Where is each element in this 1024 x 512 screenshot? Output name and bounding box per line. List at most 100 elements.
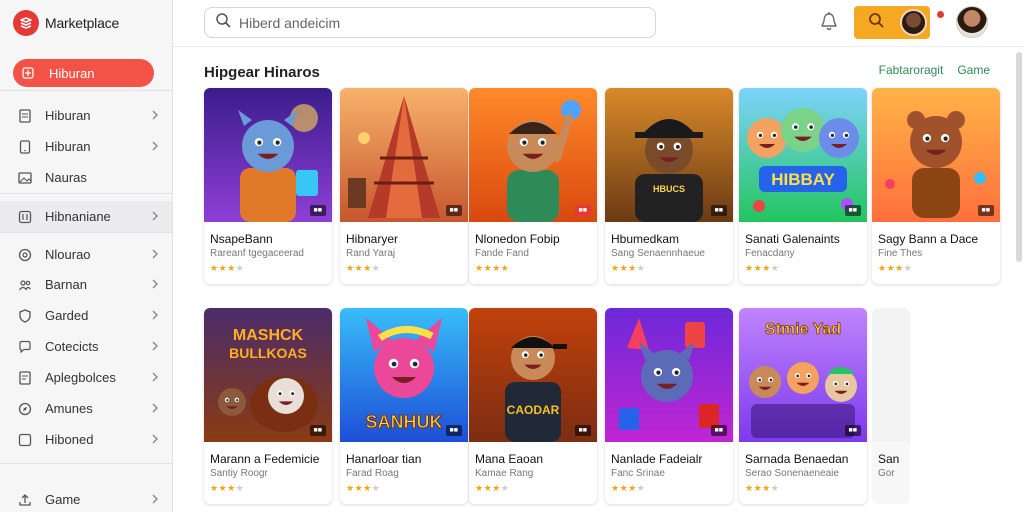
game-card[interactable]: SANHUK ■■ Hanarloar tian Farad Roag ★★★★ (340, 308, 468, 504)
star-rating: ★★★★ (475, 263, 510, 273)
search-icon (868, 12, 884, 33)
sidebar-item[interactable]: Aplegbolces (0, 362, 172, 393)
chevron-right-icon (150, 278, 160, 290)
game-title[interactable]: Sarnada Benaedan (745, 452, 867, 466)
search-input[interactable] (239, 14, 639, 31)
user-avatar[interactable] (956, 6, 988, 38)
main-content: Hipgear Hinaros Fabtaroragit Game ■■ Nsap… (173, 48, 1024, 512)
chevron-right-icon (150, 109, 160, 121)
sidebar-item-label: Hibnaniane (45, 209, 111, 224)
game-card[interactable]: ■■ NsapeBann Rareanf tgegaceerad ★★★★ (204, 88, 332, 284)
game-thumbnail[interactable]: HIBBAY ■■ (739, 88, 867, 222)
game-title[interactable]: Marann a Fedemicie (210, 452, 332, 466)
star-rating: ★★★★ (346, 483, 381, 493)
game-title[interactable]: Nanlade Fadeialr (611, 452, 733, 466)
svg-text:MASHCK: MASHCK (233, 327, 304, 344)
star-rating: ★★★★ (878, 263, 913, 273)
sidebar-item-label: Barnan (45, 277, 87, 292)
game-thumbnail[interactable]: Stmie Yad ■■ (739, 308, 867, 442)
game-card[interactable]: ■■ Nanlade Fadeialr Fanc Srinae ★★★★ (605, 308, 733, 504)
sidebar-item[interactable]: Hiburan (0, 100, 172, 131)
sidebar-item[interactable]: Amunes (0, 393, 172, 424)
search-bar[interactable] (204, 7, 656, 38)
game-title[interactable]: Hibnaryer (346, 232, 468, 246)
game-thumbnail[interactable]: ■■ (469, 88, 597, 222)
price-tag: ■■ (574, 425, 591, 436)
price-tag: ■■ (445, 205, 462, 216)
sidebar-item[interactable]: Hiboned (0, 424, 172, 455)
game-card[interactable]: CAODAR ■■ Mana Eaoan Kamae Rang ★★★★ (469, 308, 597, 504)
square-icon (18, 433, 32, 447)
game-card[interactable]: MASHCK BULLKOAS ■■ Marann a Fedemicie Santiy… (204, 308, 332, 504)
game-card[interactable]: ■■ Hibnaryer Rand Yaraj ★★★★ (340, 88, 468, 284)
price-tag: ■■ (710, 425, 727, 436)
game-thumbnail[interactable]: ■■ (204, 88, 332, 222)
sidebar-item[interactable]: Hiburan (0, 131, 172, 162)
sidebar-item[interactable]: Nlourao (0, 239, 172, 270)
game-subtitle: Rareanf tgegaceerad (210, 248, 304, 259)
game-card[interactable]: ■■ Nlonedon Fobip Fande Fand ★★★★ (469, 88, 597, 284)
game-title[interactable]: Nlonedon Fobip (475, 232, 597, 246)
scrollbar[interactable] (1016, 52, 1022, 262)
chevron-right-icon (150, 493, 160, 505)
game-card[interactable]: HBUCS ■■ Hbumedkam Sang Senaennhaeue ★★★★ (605, 88, 733, 284)
game-thumbnail[interactable] (872, 308, 910, 442)
compass-icon (18, 402, 32, 416)
game-subtitle: Fande Fand (475, 248, 529, 259)
game-thumbnail[interactable]: ■■ (340, 88, 468, 222)
game-thumbnail[interactable]: HBUCS ■■ (605, 88, 733, 222)
sidebar-item[interactable]: Garded (0, 300, 172, 331)
game-thumbnail[interactable]: MASHCK BULLKOAS ■■ (204, 308, 332, 442)
game-thumbnail[interactable]: ■■ (872, 88, 1000, 222)
game-title[interactable]: Sagy Bann a Dace (878, 232, 1000, 246)
price-tag: ■■ (574, 205, 591, 216)
game-subtitle: Serao Sonenaeneaie (745, 468, 839, 479)
layers-logo-icon (13, 10, 39, 36)
game-card[interactable]: HIBBAY ■■ Sanati Galenaints Fenacdany ★★★★ (739, 88, 867, 284)
sidebar-item-label: Cotecicts (45, 339, 99, 354)
section-link[interactable]: Fabtaroragit (879, 63, 944, 77)
star-rating: ★★★★ (611, 483, 646, 493)
sidebar-item[interactable]: Game (0, 484, 172, 512)
game-thumbnail[interactable]: SANHUK ■■ (340, 308, 468, 442)
shield-icon (18, 308, 32, 323)
people-icon (18, 278, 32, 292)
play-grid-icon (21, 66, 35, 80)
user-avatar-small[interactable] (900, 9, 927, 36)
chevron-right-icon (150, 402, 160, 414)
game-card[interactable]: Stmie Yad ■■ Sarnada Benaedan Serao Sonenae… (739, 308, 867, 504)
sidebar-item-active[interactable]: Hiburan (13, 59, 154, 87)
game-thumbnail[interactable]: ■■ (605, 308, 733, 442)
game-title[interactable]: NsapeBann (210, 232, 332, 246)
chevron-right-icon (150, 309, 160, 321)
sidebar-item[interactable]: Cotecicts (0, 331, 172, 362)
sidebar-item[interactable]: Barnan (0, 269, 172, 300)
game-title[interactable]: Hbumedkam (611, 232, 733, 246)
svg-text:SANHUK: SANHUK (365, 412, 442, 432)
search-button[interactable] (854, 6, 930, 39)
chevron-right-icon (150, 210, 160, 222)
svg-text:Stmie Yad: Stmie Yad (765, 321, 841, 338)
game-subtitle: Farad Roag (346, 468, 399, 479)
doc-edit-icon (18, 370, 32, 385)
svg-text:BULLKOAS: BULLKOAS (229, 345, 307, 361)
game-card[interactable]: ■■ Sagy Bann a Dace Fine Thes ★★★★ (872, 88, 1000, 284)
game-title[interactable]: San (878, 452, 910, 466)
document-icon (18, 108, 32, 123)
sidebar-item[interactable]: Nauras (0, 162, 172, 193)
sidebar-item-label: Aplegbolces (45, 370, 116, 385)
price-tag: ■■ (710, 205, 727, 216)
game-subtitle: Rand Yaraj (346, 248, 396, 259)
bell-icon[interactable] (819, 11, 839, 33)
game-title[interactable]: Hanarloar tian (346, 452, 468, 466)
section-link[interactable]: Game (957, 63, 990, 77)
game-title[interactable]: Mana Eaoan (475, 452, 597, 466)
game-title[interactable]: Sanati Galenaints (745, 232, 867, 246)
sidebar-item[interactable]: Hibnaniane (0, 201, 172, 232)
brand[interactable]: Marketplace (13, 9, 119, 37)
game-thumbnail[interactable]: CAODAR ■■ (469, 308, 597, 442)
svg-text:HBUCS: HBUCS (653, 184, 685, 194)
star-rating: ★★★★ (210, 263, 245, 273)
topbar (173, 0, 1024, 47)
game-card[interactable]: San Gor (872, 308, 910, 504)
